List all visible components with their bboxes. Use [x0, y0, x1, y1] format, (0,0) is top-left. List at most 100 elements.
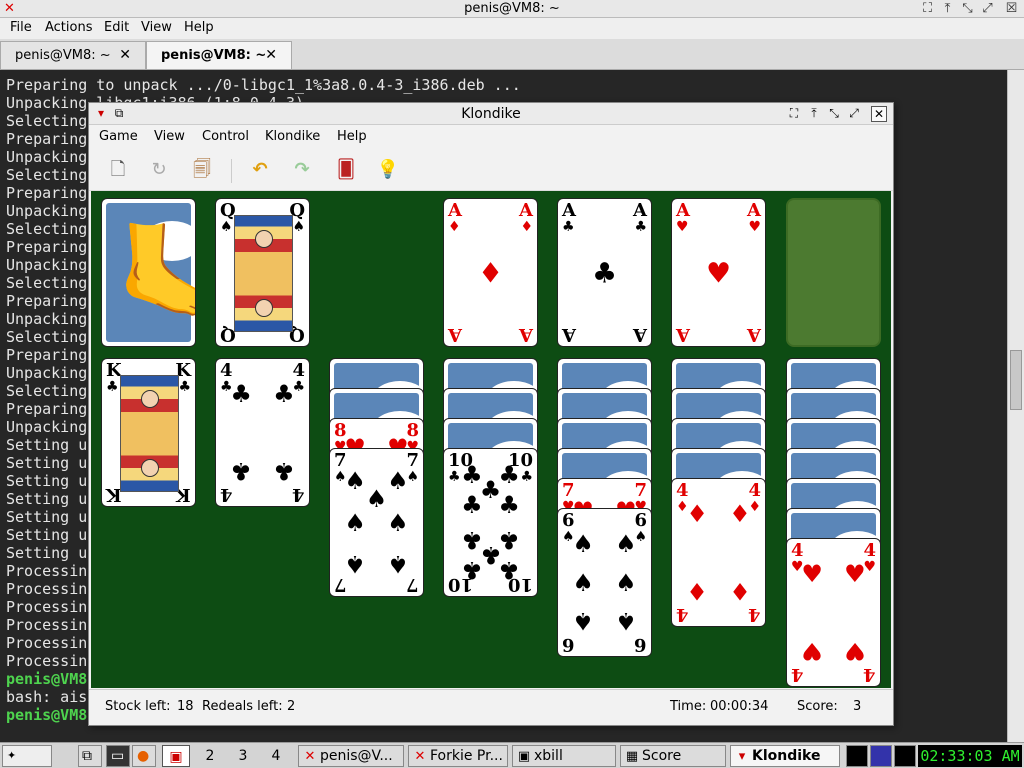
game-board[interactable]: 🦶QQQQ♠♠AAAA♦♦♦AAAA♣♣♣AAAA♥♥♥KKKK♣♣4444♣♣… — [91, 191, 891, 688]
card-pip-icon: ♠ — [387, 467, 409, 496]
card-pip-icon: ♠ — [387, 508, 409, 537]
network-monitor-icon — [870, 745, 892, 767]
minimize-icon[interactable]: ⤡ — [960, 1, 975, 16]
tab-close-icon[interactable]: ✕ — [265, 47, 277, 63]
menu-actions[interactable]: Actions — [45, 20, 93, 35]
card-rank: 4 — [863, 664, 876, 685]
redeals-left-label: Redeals left: — [202, 699, 283, 714]
menu-control[interactable]: Control — [202, 129, 249, 144]
terminal-launcher-icon[interactable]: ▭ — [106, 745, 130, 767]
hint-icon[interactable]: 💡 — [375, 157, 401, 183]
menu-view[interactable]: View — [154, 129, 185, 144]
score-label: Score: — [797, 699, 838, 714]
card-rank: A — [448, 324, 462, 345]
task-forkiepr[interactable]: ✕ Forkie Pr... — [408, 745, 508, 767]
waste-pile[interactable]: Q Q Q Q ♠ ♠ — [215, 198, 310, 347]
close-icon[interactable]: ☒ — [1004, 1, 1019, 16]
fullscreen-icon[interactable]: ⛶ — [786, 106, 802, 122]
klondike-statusbar: Stock left: 18 Redeals left: 2 Time: 00:… — [89, 689, 893, 725]
card-pip-icon: ♠ — [615, 568, 637, 597]
card-pip-icon: ♥ — [705, 256, 732, 289]
card-pip-icon: ♥ — [801, 636, 823, 665]
card-suit-icon: ♥ — [676, 219, 689, 235]
card-7-♠[interactable]: 7 7 7 7 ♠ ♠ ♠ ♠ ♠ ♠ ♠ ♠ ♠ — [329, 448, 424, 597]
workspace-2[interactable]: 2 — [196, 745, 224, 767]
card-pip-icon: ♥ — [801, 560, 823, 589]
card-4-♥[interactable]: 4 4 4 4 ♥ ♥ ♥ ♥ ♥ ♥ — [786, 538, 881, 687]
firefox-launcher-icon[interactable]: ● — [132, 745, 156, 767]
task-penisv[interactable]: ✕ penis@V... — [298, 745, 404, 767]
card-4-♦[interactable]: 4 4 4 4 ♦ ♦ ♦ ♦ ♦ ♦ — [671, 478, 766, 627]
card-pip-icon: ♣ — [273, 380, 295, 409]
score-value: 3 — [853, 699, 862, 714]
foundation-2[interactable]: A A A A ♣ ♣ ♣ — [557, 198, 652, 347]
card-6-♠[interactable]: 6 6 6 6 ♠ ♠ ♠ ♠ ♠ ♠ ♠ ♠ — [557, 508, 652, 657]
scrollbar-thumb[interactable] — [1010, 350, 1022, 410]
card-suit-icon: ♥ — [748, 219, 761, 235]
card-rank: 4 — [676, 604, 689, 625]
foundation-1[interactable]: A A A A ♦ ♦ ♦ — [443, 198, 538, 347]
close-icon[interactable]: ✕ — [871, 106, 887, 122]
restart-icon[interactable]: ↻ — [146, 157, 172, 183]
task-klondike[interactable]: ▾ Klondike — [730, 745, 840, 767]
menu-view[interactable]: View — [141, 20, 172, 35]
stock-pile[interactable]: 🦶 — [101, 198, 196, 347]
card-4-♣[interactable]: 4 4 4 4 ♣ ♣ ♣ ♣ ♣ ♣ — [215, 358, 310, 507]
foundation-4-empty[interactable] — [786, 198, 881, 347]
start-menu-button[interactable]: ✦ — [2, 745, 52, 767]
card-pip-icon: ♦ — [729, 576, 751, 605]
clock: 02:33:03 AM — [918, 745, 1022, 767]
card-pip-icon: ♦ — [477, 256, 504, 289]
task-score[interactable]: ▦ Score — [620, 745, 726, 767]
card-rank: A — [676, 200, 690, 221]
tab-close-icon[interactable]: ✕ — [119, 47, 131, 63]
toolbar-separator — [231, 159, 232, 183]
gnome-foot-icon: 🦶 — [116, 215, 195, 330]
klondike-title: Klondike — [461, 106, 521, 122]
task-xbill[interactable]: ▣ xbill — [512, 745, 616, 767]
raise-icon[interactable]: ⤒ — [806, 106, 822, 122]
deal-icon[interactable]: 🂠 — [333, 157, 359, 183]
card-rank: 4 — [863, 540, 876, 561]
show-desktop-icon[interactable]: ⧉ — [78, 745, 102, 767]
terminal-scrollbar[interactable] — [1007, 70, 1024, 742]
card-pip-icon: ♣ — [498, 490, 520, 519]
select-game-icon[interactable]: 🗐 — [189, 157, 215, 183]
redeals-left-value: 2 — [287, 699, 296, 714]
menu-klondike[interactable]: Klondike — [265, 129, 320, 144]
card-rank: 4 — [220, 484, 233, 505]
menu-file[interactable]: File — [10, 20, 32, 35]
terminal-title: penis@VM8: ~ — [464, 1, 560, 16]
menu-edit[interactable]: Edit — [104, 20, 129, 35]
card-pip-icon: ♠ — [615, 530, 637, 559]
workspace-4[interactable]: 4 — [262, 745, 290, 767]
menu-help[interactable]: Help — [184, 20, 214, 35]
card-10-♣[interactable]: 10 10 10 10 ♣ ♣ ♣ ♣ ♣ ♣ ♣ ♣ ♣ ♣ ♣ ♣ — [443, 448, 538, 597]
card-rank: A — [519, 324, 533, 345]
maximize-icon[interactable]: ⤢ — [980, 1, 995, 16]
raise-icon[interactable]: ⤒ — [940, 1, 955, 16]
card-pip-icon: ♠ — [387, 549, 409, 578]
tab-terminal-2[interactable]: penis@VM8: ~ ✕ — [146, 41, 292, 69]
menu-help[interactable]: Help — [337, 129, 367, 144]
workspace-3[interactable]: 3 — [229, 745, 257, 767]
court-figure — [234, 215, 293, 332]
menu-game[interactable]: Game — [99, 129, 138, 144]
new-game-icon[interactable]: 🗋 — [105, 157, 131, 183]
fullscreen-icon[interactable]: ⛶ — [920, 1, 935, 16]
undo-icon[interactable]: ↶ — [247, 157, 273, 183]
terminal-line: Preparing to unpack .../0-libgc1_1%3a8.0… — [6, 76, 521, 94]
taskbar: ✦ ⧉ ▭ ● ▣ 2 3 4 ✕ penis@V... ✕ Forkie Pr...… — [0, 742, 1024, 768]
card-pip-icon: ♣ — [273, 456, 295, 485]
redo-icon[interactable]: ↷ — [289, 157, 315, 183]
card-rank: A — [747, 324, 761, 345]
klondike-titlebar: ▾ ⧉ Klondike ⛶ ⤒ ⤡ ⤢ ✕ — [89, 103, 893, 125]
foundation-3[interactable]: A A A A ♥ ♥ ♥ — [671, 198, 766, 347]
tab-terminal-1[interactable]: penis@VM8: ~ ✕ — [0, 41, 146, 69]
workspace-1[interactable]: ▣ — [162, 745, 190, 767]
minimize-icon[interactable]: ⤡ — [826, 106, 842, 122]
card-suit-icon: ♠ — [220, 219, 233, 235]
klondike-window: ▾ ⧉ Klondike ⛶ ⤒ ⤡ ⤢ ✕ Game View Control… — [88, 102, 894, 726]
card-K-♣[interactable]: K K K K ♣ ♣ — [101, 358, 196, 507]
maximize-icon[interactable]: ⤢ — [846, 106, 862, 122]
